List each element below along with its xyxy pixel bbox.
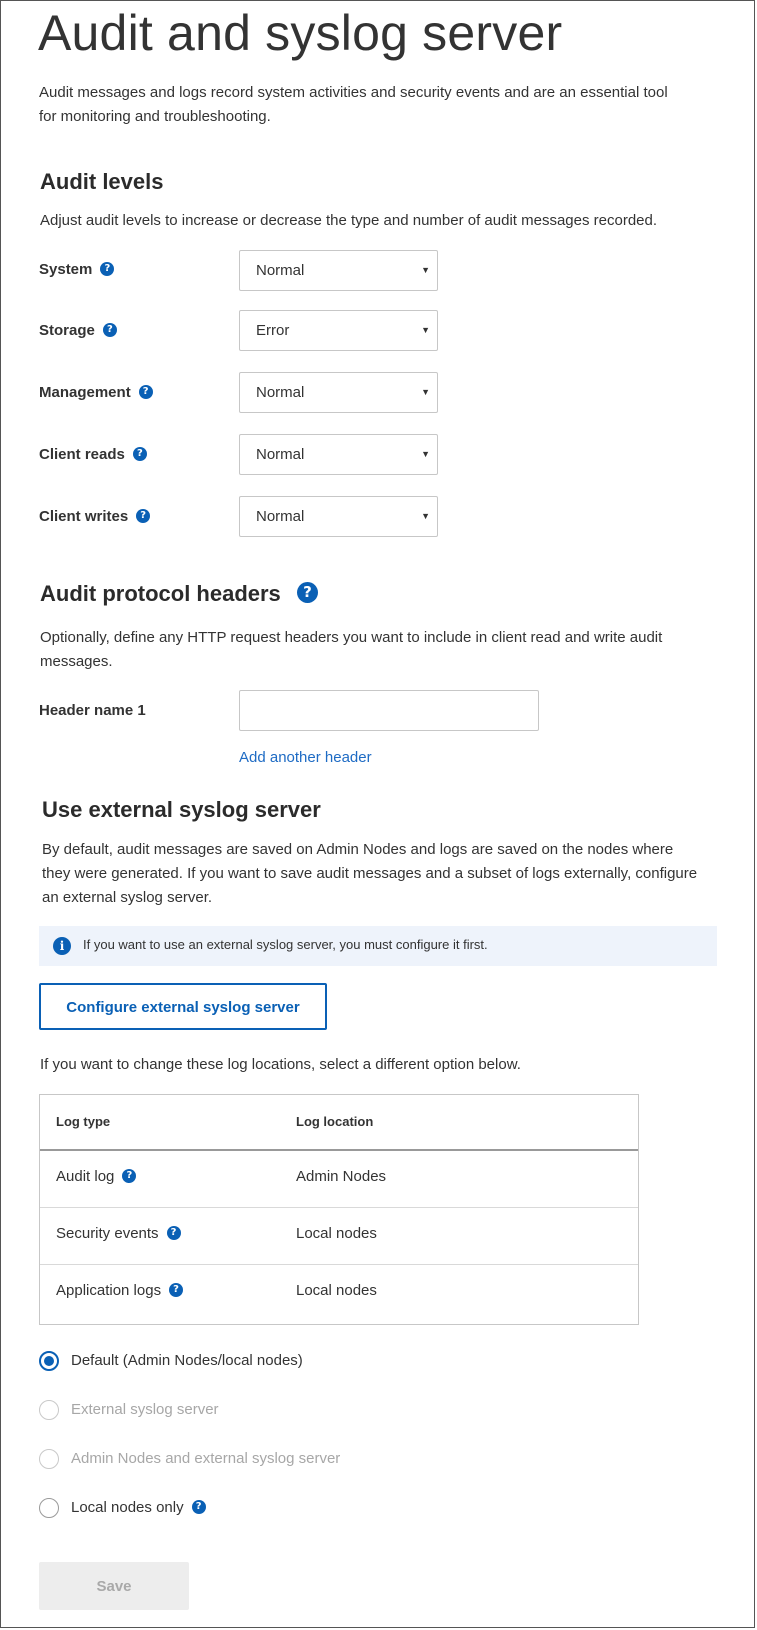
storage-level-value: Error bbox=[256, 322, 290, 339]
log-type-text: Security events bbox=[56, 1225, 159, 1242]
management-label-text: Management bbox=[39, 384, 131, 401]
log-location-cell: Local nodes bbox=[296, 1282, 377, 1299]
header-name-input[interactable] bbox=[239, 690, 539, 731]
header-name-label: Header name 1 bbox=[39, 702, 146, 719]
radio-default[interactable] bbox=[39, 1351, 59, 1371]
storage-label-text: Storage bbox=[39, 322, 95, 339]
radio-admin-and-external bbox=[39, 1449, 59, 1469]
option-external-syslog-label: External syslog server bbox=[71, 1401, 219, 1418]
question-icon[interactable]: ? bbox=[191, 1500, 206, 1515]
log-type-text: Application logs bbox=[56, 1282, 162, 1299]
radio-local-nodes-only[interactable] bbox=[39, 1498, 59, 1518]
syslog-title: Use external syslog server bbox=[42, 797, 321, 822]
caret-down-icon: ▼ bbox=[421, 265, 430, 275]
change-locations-text: If you want to change these log location… bbox=[40, 1056, 521, 1073]
system-level-value: Normal bbox=[256, 262, 305, 279]
system-level-select[interactable]: Normal ▼ bbox=[239, 250, 438, 291]
caret-down-icon: ▼ bbox=[421, 387, 430, 397]
protocol-headers-title: Audit protocol headers ? bbox=[40, 581, 318, 607]
syslog-description: By default, audit messages are saved on … bbox=[42, 841, 698, 906]
system-label: System? bbox=[39, 261, 115, 278]
client-writes-level-select[interactable]: Normal ▼ bbox=[239, 496, 438, 537]
option-local-nodes-only-text: Local nodes only bbox=[71, 1499, 184, 1516]
page-title: Audit and syslog server bbox=[38, 5, 563, 61]
system-label-text: System bbox=[39, 261, 93, 278]
info-alert: i If you want to use an external syslog … bbox=[39, 926, 717, 966]
audit-levels-title: Audit levels bbox=[40, 169, 164, 194]
option-default-label: Default (Admin Nodes/local nodes) bbox=[71, 1352, 303, 1369]
client-reads-level-select[interactable]: Normal ▼ bbox=[239, 434, 438, 475]
client-reads-level-value: Normal bbox=[256, 446, 305, 463]
caret-down-icon: ▼ bbox=[421, 325, 430, 335]
log-type-cell: Audit log? bbox=[56, 1168, 137, 1185]
question-icon[interactable]: ? bbox=[166, 1226, 181, 1241]
protocol-headers-title-text: Audit protocol headers bbox=[40, 581, 281, 606]
add-another-header-link[interactable]: Add another header bbox=[239, 749, 372, 766]
log-type-cell: Application logs? bbox=[56, 1282, 184, 1299]
info-icon: i bbox=[53, 937, 71, 955]
log-type-header: Log type bbox=[56, 1114, 111, 1129]
management-level-value: Normal bbox=[256, 384, 305, 401]
log-location-header: Log location bbox=[296, 1114, 374, 1129]
client-reads-label: Client reads? bbox=[39, 446, 147, 463]
question-icon[interactable]: ? bbox=[136, 509, 151, 524]
storage-label: Storage? bbox=[39, 322, 117, 339]
protocol-headers-description: Optionally, define any HTTP request head… bbox=[40, 629, 663, 670]
audit-levels-description: Adjust audit levels to increase or decre… bbox=[40, 212, 658, 229]
log-location-cell: Local nodes bbox=[296, 1225, 377, 1242]
client-writes-level-value: Normal bbox=[256, 508, 305, 525]
client-writes-label-text: Client writes bbox=[39, 508, 129, 525]
table-header: Log type Log location bbox=[40, 1095, 638, 1151]
log-type-text: Audit log bbox=[56, 1168, 115, 1185]
log-locations-table: Log type Log location Audit log? Admin N… bbox=[39, 1094, 639, 1325]
question-icon[interactable]: ? bbox=[102, 323, 117, 338]
info-alert-text: If you want to use an external syslog se… bbox=[83, 937, 488, 952]
question-icon[interactable]: ? bbox=[169, 1283, 184, 1298]
client-reads-label-text: Client reads bbox=[39, 446, 125, 463]
save-button: Save bbox=[39, 1562, 189, 1610]
table-row: Security events? Local nodes bbox=[40, 1208, 638, 1265]
option-admin-and-external-label: Admin Nodes and external syslog server bbox=[71, 1450, 341, 1467]
management-label: Management? bbox=[39, 384, 153, 401]
question-icon[interactable]: ? bbox=[122, 1169, 137, 1184]
storage-level-select[interactable]: Error ▼ bbox=[239, 310, 438, 351]
question-icon[interactable]: ? bbox=[296, 581, 318, 603]
question-icon[interactable]: ? bbox=[132, 447, 147, 462]
caret-down-icon: ▼ bbox=[421, 449, 430, 459]
table-row: Application logs? Local nodes bbox=[40, 1265, 638, 1322]
page-intro: Audit messages and logs record system ac… bbox=[39, 84, 668, 125]
management-level-select[interactable]: Normal ▼ bbox=[239, 372, 438, 413]
caret-down-icon: ▼ bbox=[421, 511, 430, 521]
log-type-cell: Security events? bbox=[56, 1225, 181, 1242]
option-local-nodes-only-label: Local nodes only? bbox=[71, 1498, 206, 1518]
radio-external-syslog bbox=[39, 1400, 59, 1420]
question-icon[interactable]: ? bbox=[100, 262, 115, 277]
log-location-cell: Admin Nodes bbox=[296, 1168, 387, 1185]
question-icon[interactable]: ? bbox=[138, 385, 153, 400]
client-writes-label: Client writes? bbox=[39, 508, 151, 525]
configure-syslog-button[interactable]: Configure external syslog server bbox=[39, 983, 327, 1030]
table-row: Audit log? Admin Nodes bbox=[40, 1151, 638, 1208]
